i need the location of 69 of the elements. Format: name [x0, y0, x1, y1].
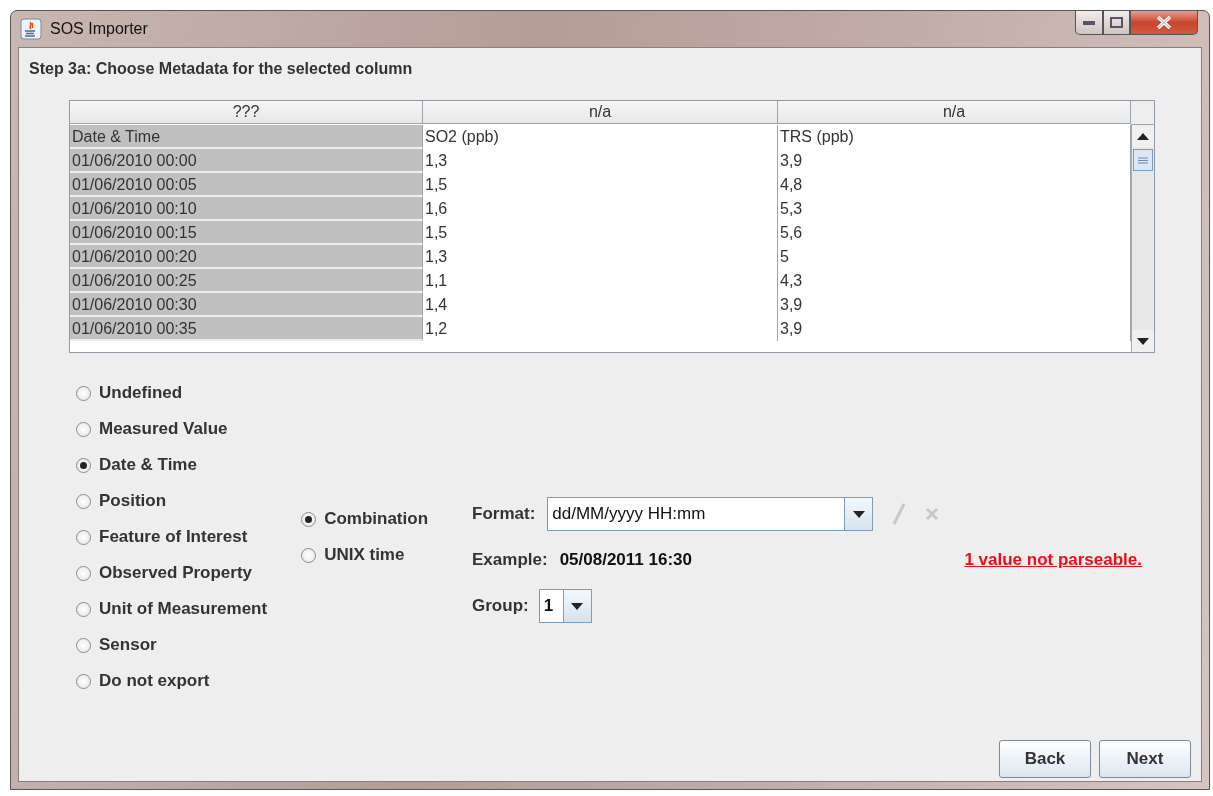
close-icon: [1156, 16, 1172, 29]
scroll-down-button[interactable]: [1132, 330, 1154, 352]
up-arrow-icon: [1137, 132, 1149, 140]
table-cell: 1,2: [423, 317, 778, 341]
caret-icon: [852, 510, 865, 518]
step-title: Step 3a: Choose Metadata for the selected column: [29, 60, 414, 78]
nav-button[interactable]: Next: [1099, 740, 1191, 778]
table-cell: 5,6: [778, 221, 1131, 245]
table-cell: 5,3: [778, 197, 1131, 221]
scrollbar[interactable]: [1131, 125, 1154, 352]
table-cell: Date & Time: [70, 125, 423, 149]
radio-option[interactable]: Position: [76, 489, 268, 513]
java-cup-icon: [20, 18, 42, 40]
column-header[interactable]: n/a: [778, 101, 1131, 124]
table-cell: 01/06/2010 00:20: [70, 245, 423, 269]
column-header[interactable]: ???: [70, 101, 423, 124]
group-label: Group:: [472, 596, 529, 616]
table-cell: 1,3: [423, 149, 778, 173]
table-cell: 01/06/2010 00:05: [70, 173, 423, 197]
radio-option[interactable]: Sensor: [76, 633, 268, 657]
error-link[interactable]: 1 value not parseable.: [964, 550, 1143, 570]
table-cell: 01/06/2010 00:00: [70, 149, 423, 173]
radio-option[interactable]: Do not export: [76, 669, 268, 693]
radio-option[interactable]: Unit of Measurement: [76, 597, 268, 621]
close-button[interactable]: [1130, 11, 1198, 35]
scroll-up-button[interactable]: [1132, 125, 1154, 147]
radio-option[interactable]: Observed Property: [76, 561, 268, 585]
maximize-icon: [1110, 17, 1123, 28]
table-cell: 5: [778, 245, 1131, 269]
column-header[interactable]: n/a: [423, 101, 778, 124]
dropdown-button[interactable]: [844, 498, 873, 530]
table-cell: 1,5: [423, 221, 778, 245]
table-cell: 01/06/2010 00:35: [70, 317, 423, 341]
radio-option[interactable]: Undefined: [76, 381, 268, 405]
nav-button[interactable]: Back: [999, 740, 1091, 778]
table-cell: 01/06/2010 00:30: [70, 293, 423, 317]
table-cell: SO2 (ppb): [423, 125, 778, 149]
maximize-button[interactable]: [1103, 11, 1130, 35]
group-field[interactable]: 1: [539, 590, 563, 622]
table-cell: 01/06/2010 00:10: [70, 197, 423, 221]
radio-option[interactable]: Combination: [301, 507, 429, 531]
table-cell: 1,1: [423, 269, 778, 293]
radio-option[interactable]: UNIX time: [301, 543, 429, 567]
window-title: SOS Importer: [50, 20, 149, 38]
table-cell: 1,3: [423, 245, 778, 269]
minimize-button[interactable]: [1075, 11, 1103, 35]
table-cell: 3,9: [778, 317, 1131, 341]
example-label: Example:: [472, 550, 548, 570]
format-label: Format:: [472, 504, 536, 524]
table-cell: 3,9: [778, 293, 1131, 317]
table-cell: 01/06/2010 00:25: [70, 269, 423, 293]
scroll-thumb[interactable]: [1133, 149, 1153, 171]
minimize-icon: [1083, 20, 1095, 25]
down-arrow-icon: [1137, 337, 1149, 345]
group-combobox[interactable]: 1: [538, 589, 592, 623]
caret-icon: [571, 602, 584, 610]
radio-option[interactable]: Feature of Interest: [76, 525, 268, 549]
table-cell: 1,6: [423, 197, 778, 221]
table-cell: TRS (ppb): [778, 125, 1131, 149]
table-cell: 4,3: [778, 269, 1131, 293]
radio-option[interactable]: Measured Value: [76, 417, 268, 441]
table-cell: 1,5: [423, 173, 778, 197]
table-cell: 4,8: [778, 173, 1131, 197]
radio-option[interactable]: Date & Time: [76, 453, 268, 477]
table-cell: 01/06/2010 00:15: [70, 221, 423, 245]
dropdown-button[interactable]: [562, 590, 591, 622]
example-value: 05/08/2011 16:30: [559, 550, 692, 570]
table-cell: 3,9: [778, 149, 1131, 173]
table-cell: 1,4: [423, 293, 778, 317]
